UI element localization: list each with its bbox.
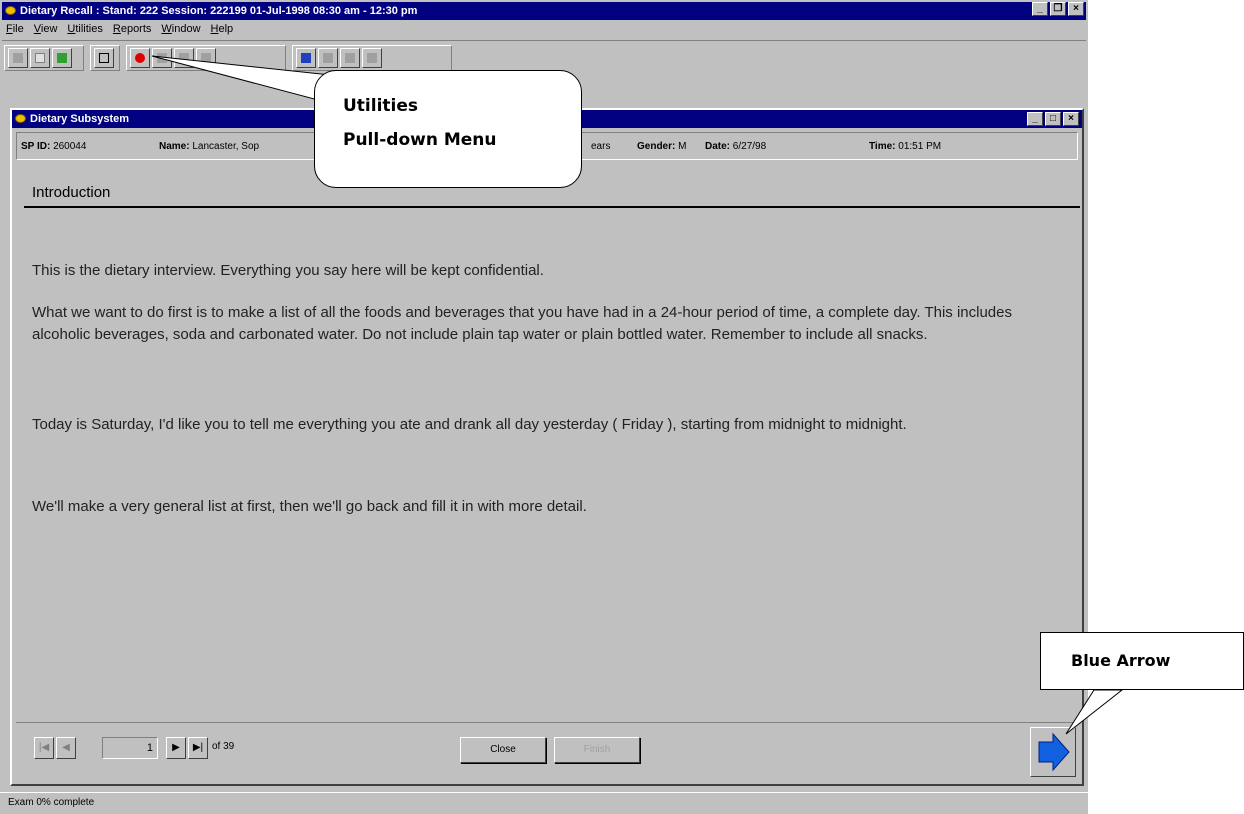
- first-page-button[interactable]: |◀: [34, 737, 54, 759]
- menu-help[interactable]: Help: [207, 20, 240, 38]
- record-button[interactable]: [130, 48, 150, 68]
- save-button[interactable]: [52, 48, 72, 68]
- child-maximize-icon[interactable]: □: [1045, 112, 1061, 126]
- child-title: Dietary Subsystem: [30, 113, 130, 125]
- minimize-icon[interactable]: _: [1032, 2, 1048, 16]
- tool-button-4[interactable]: [196, 48, 216, 68]
- previous-page-button[interactable]: ◀: [56, 737, 76, 759]
- page-count: of 39: [212, 741, 235, 752]
- finish-button[interactable]: Finish: [554, 737, 640, 763]
- app-icon: [5, 6, 16, 15]
- main-window-controls: _ ❐ ×: [1032, 2, 1084, 16]
- close-button[interactable]: Close: [460, 737, 546, 763]
- participant-name: Name: Lancaster, Sop: [159, 141, 260, 152]
- utilities-callout: Utilities Pull-down Menu: [314, 70, 582, 188]
- navigation-bar: |◀ ◀ 1 ▶ ▶| of 39 Close Finish: [16, 722, 1078, 782]
- menu-view[interactable]: View: [30, 20, 64, 38]
- toolbar-group-copy: [90, 45, 120, 71]
- tool-button-8[interactable]: [362, 48, 382, 68]
- intro-paragraph-3: Today is Saturday, I'd like you to tell …: [32, 416, 907, 433]
- section-divider: [24, 206, 1080, 208]
- child-close-icon[interactable]: ×: [1063, 112, 1079, 126]
- menu-window[interactable]: Window: [157, 20, 206, 38]
- next-page-button[interactable]: ▶: [166, 737, 186, 759]
- participant-gender: Gender: M: [637, 141, 687, 152]
- dietary-subsystem-window: Dietary Subsystem _ □ × SP ID: 260044 Na…: [10, 108, 1084, 786]
- section-title: Introduction: [32, 184, 111, 201]
- toolbar-group-users: [292, 45, 452, 71]
- open-exam-button[interactable]: [8, 48, 28, 68]
- copy-button[interactable]: [94, 48, 114, 68]
- tool-button-7[interactable]: [340, 48, 360, 68]
- interview-date: Date: 6/27/98: [705, 141, 767, 152]
- menu-utilities[interactable]: Utilities: [63, 20, 108, 38]
- new-document-button[interactable]: [30, 48, 50, 68]
- subsystem-icon: [15, 114, 26, 123]
- intro-content: Introduction This is the dietary intervi…: [18, 168, 1080, 708]
- sp-id: SP ID: 260044: [21, 141, 87, 152]
- intro-paragraph-1: This is the dietary interview. Everythin…: [32, 262, 544, 279]
- blue-arrow-button[interactable]: [1030, 727, 1076, 777]
- blue-arrow-callout: Blue Arrow: [1040, 632, 1244, 690]
- menu-reports[interactable]: Reports: [109, 20, 158, 38]
- child-window-controls: _ □ ×: [1027, 112, 1079, 126]
- tool-button-6[interactable]: [318, 48, 338, 68]
- toolbar-group-file: [4, 45, 84, 71]
- tool-button-3[interactable]: [174, 48, 194, 68]
- right-arrow-icon: [1038, 732, 1070, 772]
- menubar: File View Utilities Reports Window Help: [2, 20, 239, 38]
- tool-button-2[interactable]: [152, 48, 172, 68]
- close-icon[interactable]: ×: [1068, 2, 1084, 16]
- intro-paragraph-4: We'll make a very general list at first,…: [32, 498, 587, 515]
- participant-age: ears: [591, 141, 611, 152]
- main-title: Dietary Recall : Stand: 222 Session: 222…: [20, 5, 418, 17]
- menu-file[interactable]: File: [2, 20, 30, 38]
- last-page-button[interactable]: ▶|: [188, 737, 208, 759]
- toolbar-group-tools: [126, 45, 286, 71]
- page-number-field[interactable]: 1: [102, 737, 158, 759]
- main-titlebar: Dietary Recall : Stand: 222 Session: 222…: [2, 2, 1086, 20]
- intro-paragraph-2: What we want to do first is to make a li…: [32, 304, 1012, 343]
- interview-time: Time: 01:51 PM: [869, 141, 942, 152]
- child-minimize-icon[interactable]: _: [1027, 112, 1043, 126]
- status-bar: Exam 0% complete: [0, 792, 1088, 814]
- users-button[interactable]: [296, 48, 316, 68]
- restore-icon[interactable]: ❐: [1050, 2, 1066, 16]
